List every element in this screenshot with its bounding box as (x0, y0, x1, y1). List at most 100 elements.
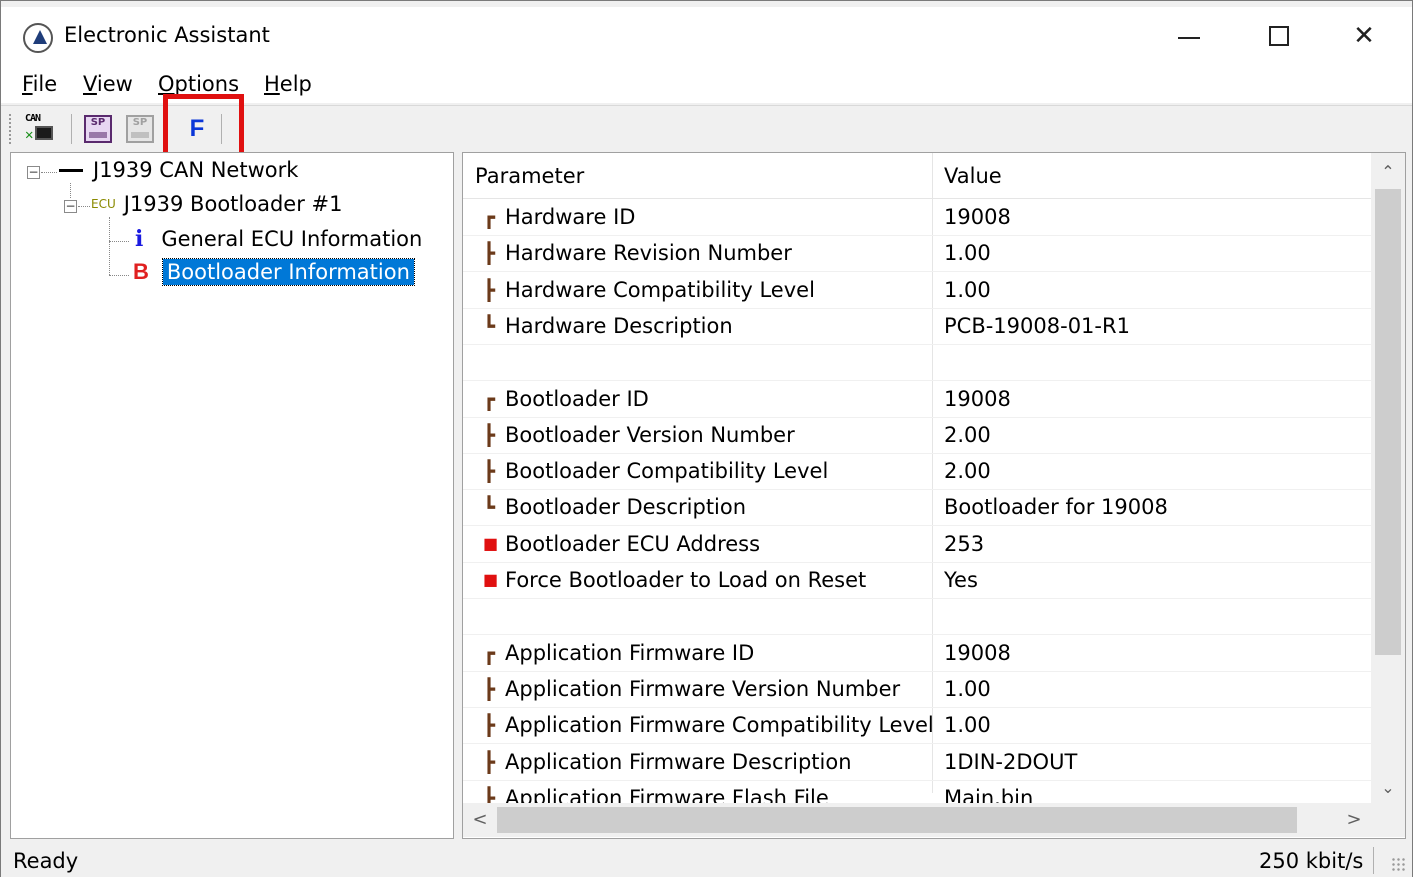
value-cell: Yes (944, 568, 978, 592)
toolbar-grip[interactable] (9, 114, 13, 144)
horizontal-scrollbar[interactable]: < > (463, 803, 1371, 837)
value-cell: 253 (944, 531, 985, 556)
parameter-name: Hardware Description (505, 313, 733, 338)
tree-label-bootloader-info: Bootloader Information (161, 258, 415, 286)
group-bracket-icon: ┏ (483, 205, 496, 229)
group-bracket-icon: ┣ (483, 713, 496, 738)
parameter-cell: ┣ Application Firmware Description (483, 750, 852, 774)
network-bus-icon (59, 168, 83, 172)
setpoint-disabled-button[interactable]: SP (123, 112, 157, 146)
parameter-cell: ┣ Bootloader Version Number (483, 423, 795, 447)
table-row[interactable]: ┣ Application Firmware Version Number 1.00 (463, 672, 1371, 708)
table-row[interactable] (463, 599, 1371, 636)
value-cell: 1.00 (944, 713, 991, 738)
horizontal-scroll-thumb[interactable] (497, 807, 1297, 833)
setpoint-file-icon: SP (84, 115, 112, 143)
value-cell: 19008 (944, 386, 1011, 411)
parameter-cell: ┣ Bootloader Compatibility Level (483, 459, 828, 483)
scroll-corner (1371, 803, 1405, 837)
expander-ecu[interactable]: − (64, 200, 77, 213)
table-row[interactable]: ■ Force Bootloader to Load on Reset Yes (463, 563, 1371, 599)
parameter-name: Bootloader Version Number (505, 422, 795, 447)
table-row[interactable] (463, 345, 1371, 382)
tree-node-ecu[interactable]: ECU J1939 Bootloader #1 (91, 192, 342, 216)
group-bracket-icon: ┏ (483, 386, 496, 411)
table-row[interactable]: ┣ Bootloader Compatibility Level 2.00 (463, 454, 1371, 491)
scroll-down-arrow-icon[interactable]: ⌄ (1371, 771, 1405, 805)
column-header-parameter[interactable]: Parameter (463, 153, 932, 199)
table-row[interactable]: ■ Bootloader ECU Address 253 (463, 527, 1371, 563)
table-row[interactable]: ┣ Hardware Revision Number 1.00 (463, 236, 1371, 273)
highlight-box (163, 94, 244, 160)
parameter-name: Hardware Revision Number (505, 241, 792, 266)
minimize-button[interactable] (1144, 7, 1234, 65)
parameter-name: Application Firmware Version Number (505, 676, 901, 701)
parameter-cell: ■ Bootloader ECU Address (483, 532, 760, 556)
value-cell: 19008 (944, 205, 1011, 229)
parameter-name: Bootloader ID (505, 386, 649, 411)
tree-label-network: J1939 CAN Network (93, 158, 299, 182)
setpoint-disabled-icon: SP (126, 115, 154, 143)
tree-node-general-info[interactable]: i General ECU Information (135, 226, 422, 252)
menu-options[interactable]: Options (158, 72, 239, 96)
parameter-name: Hardware Compatibility Level (505, 277, 815, 302)
parameter-name: Application Firmware Compatibility Level (505, 713, 934, 738)
bootloader-b-icon: B (133, 259, 149, 284)
table-row[interactable]: ┏ Hardware ID 19008 (463, 200, 1371, 236)
tree-node-bootloader-info[interactable]: B Bootloader Information (133, 258, 415, 286)
menu-view[interactable]: View (83, 72, 133, 96)
value-cell: 2.00 (944, 459, 991, 484)
baud-rate-indicator: 250 kbit/s (1259, 849, 1364, 873)
parameter-cell: ┗ Bootloader Description (483, 495, 746, 519)
status-text: Ready (13, 849, 79, 873)
tree-label-ecu: J1939 Bootloader #1 (123, 192, 343, 216)
scroll-left-arrow-icon[interactable]: < (463, 803, 497, 837)
title-bar: Electronic Assistant ✕ (1, 7, 1412, 65)
table-row[interactable]: ┣ Bootloader Version Number 2.00 (463, 418, 1371, 454)
value-cell: 19008 (944, 640, 1011, 665)
group-bracket-icon: ┣ (483, 277, 496, 302)
parameter-cell: ┣ Application Firmware Compatibility Leve… (483, 713, 934, 737)
writable-marker-icon: ■ (483, 570, 499, 589)
can-network-icon: CAN ✕ (25, 113, 55, 143)
parameter-cell: ┏ Hardware ID (483, 205, 635, 229)
tree-node-network[interactable]: J1939 CAN Network (59, 158, 298, 182)
parameter-list[interactable]: Parameter Value ┏ Hardware ID 19008 ┣ Hardwa… (462, 152, 1406, 839)
setpoint-button[interactable]: SP (81, 112, 115, 146)
vertical-scrollbar[interactable]: ⌃ ⌄ (1371, 153, 1405, 803)
can-connect-button[interactable]: CAN ✕ (23, 112, 57, 146)
parameter-cell: ┏ Application Firmware ID (483, 641, 754, 665)
status-separator (1373, 847, 1374, 874)
parameter-name: Force Bootloader to Load on Reset (505, 568, 867, 592)
menu-file[interactable]: File (22, 72, 57, 96)
panel-splitter[interactable] (454, 152, 462, 839)
parameter-name: Hardware ID (505, 205, 636, 229)
column-header-value[interactable]: Value (932, 153, 1371, 199)
table-row[interactable]: ┗ Hardware Description PCB-19008-01-R1 (463, 309, 1371, 345)
table-row[interactable]: ┏ Application Firmware ID 19008 (463, 636, 1371, 672)
group-bracket-icon: ┣ (483, 459, 496, 484)
parameter-cell: ┣ Hardware Compatibility Level (483, 278, 815, 302)
table-row[interactable]: ┣ Application Firmware Description 1DIN-2D… (463, 745, 1371, 781)
close-button[interactable]: ✕ (1319, 7, 1409, 65)
table-row[interactable]: ┗ Bootloader Description Bootloader for 19… (463, 490, 1371, 527)
scroll-up-arrow-icon[interactable]: ⌃ (1371, 155, 1405, 189)
tree-view[interactable]: − J1939 CAN Network − ECU J1939 Bootload… (10, 152, 454, 839)
scroll-right-arrow-icon[interactable]: > (1337, 803, 1371, 837)
table-row[interactable]: ┣ Application Firmware Compatibility Leve… (463, 708, 1371, 745)
table-row[interactable]: ┏ Bootloader ID 19008 (463, 382, 1371, 418)
menu-help[interactable]: Help (264, 72, 312, 96)
resize-grip-icon[interactable] (1391, 857, 1407, 873)
app-logo-icon (23, 23, 53, 53)
value-cell: 2.00 (944, 422, 991, 447)
group-bracket-icon: ┣ (483, 676, 496, 701)
vertical-scroll-thumb[interactable] (1375, 189, 1401, 655)
maximize-icon (1269, 26, 1289, 46)
minimize-icon (1178, 37, 1200, 39)
group-bracket-icon: ┣ (483, 749, 496, 774)
parameter-name: Bootloader Description (505, 495, 747, 520)
table-row[interactable]: ┣ Hardware Compatibility Level 1.00 (463, 273, 1371, 309)
app-window: Electronic Assistant ✕ File View Options… (0, 0, 1413, 877)
expander-network[interactable]: − (27, 166, 40, 179)
maximize-button[interactable] (1234, 7, 1324, 65)
